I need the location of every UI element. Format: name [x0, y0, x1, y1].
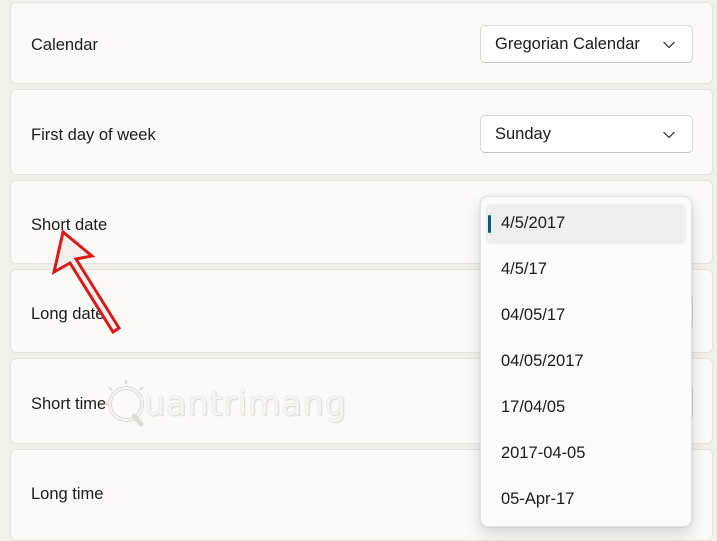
- selection-indicator: [488, 215, 491, 233]
- short-date-option[interactable]: 04/05/17: [486, 296, 686, 336]
- option-label: 2017-04-05: [501, 444, 586, 462]
- calendar-dropdown[interactable]: Gregorian Calendar: [480, 25, 693, 63]
- watermark-text: uantrimang: [144, 384, 347, 424]
- short-date-option[interactable]: 4/5/2017: [486, 204, 686, 244]
- option-label: 04/05/2017: [501, 352, 584, 370]
- short-date-option[interactable]: 17/04/05: [486, 388, 686, 428]
- setting-label-first-day-of-week: First day of week: [31, 126, 156, 144]
- option-label: 4/5/2017: [501, 214, 566, 232]
- watermark-logo: uantrimang: [104, 376, 346, 436]
- option-label: 17/04/05: [501, 398, 566, 416]
- option-label: 04/05/17: [501, 306, 566, 324]
- short-date-option[interactable]: 4/5/17: [486, 250, 686, 290]
- chevron-down-icon: [663, 131, 675, 139]
- first-day-of-week-dropdown[interactable]: Sunday: [480, 115, 693, 153]
- setting-row-calendar: Calendar Gregorian Calendar: [10, 2, 713, 84]
- short-date-option[interactable]: 2017-04-05: [486, 434, 686, 474]
- chevron-down-icon: [663, 41, 675, 49]
- red-arrow-annotation: [51, 229, 122, 335]
- setting-label-calendar: Calendar: [31, 36, 98, 54]
- lightbulb-icon: [104, 380, 144, 427]
- setting-label-long-time: Long time: [31, 485, 104, 503]
- option-label: 05-Apr-17: [501, 490, 575, 508]
- short-date-option[interactable]: 05-Apr-17: [486, 480, 686, 520]
- option-label: 4/5/17: [501, 260, 547, 278]
- setting-label-short-time: Short time: [31, 395, 107, 413]
- short-date-option[interactable]: 04/05/2017: [486, 342, 686, 382]
- short-date-options-popup: 4/5/2017 4/5/17 04/05/17 04/05/2017 17/0…: [480, 196, 692, 527]
- calendar-dropdown-value: Gregorian Calendar: [495, 35, 640, 53]
- setting-row-first-day-of-week: First day of week Sunday: [10, 89, 713, 175]
- first-day-of-week-dropdown-value: Sunday: [495, 125, 551, 143]
